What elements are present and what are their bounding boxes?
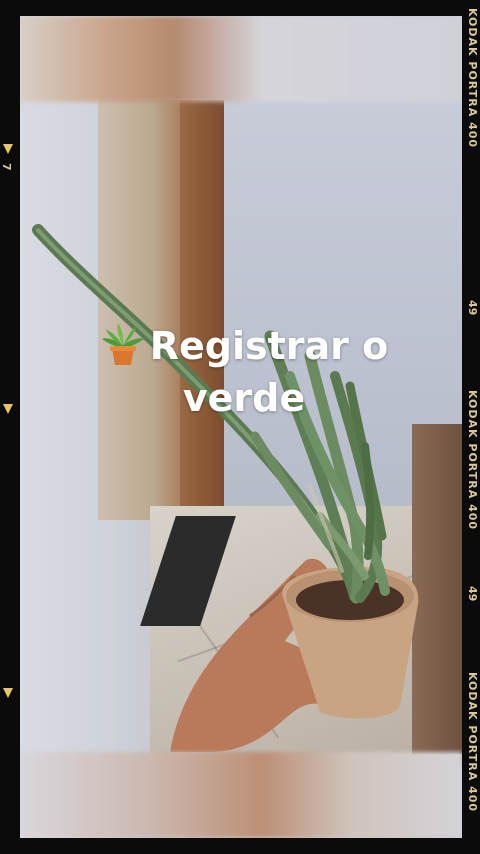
film-brand-label-1: KODAK PORTRA 400 xyxy=(466,8,479,149)
blurred-bottom-band xyxy=(20,752,462,838)
story-screen: 7 KODAK PORTRA 400 49 KODAK PORTRA 400 4… xyxy=(0,0,480,854)
film-brand-label-2: KODAK PORTRA 400 xyxy=(466,390,479,531)
film-arrow-marker-2 xyxy=(3,404,13,414)
film-brand-label-3: KODAK PORTRA 400 xyxy=(466,672,479,813)
film-arrow-marker-1 xyxy=(3,144,13,154)
story-title: Registrar o verde xyxy=(64,320,424,424)
blurred-top-band xyxy=(20,16,462,102)
story-title-line1: Registrar o xyxy=(149,324,389,368)
film-frame-number-2: 49 xyxy=(466,586,479,602)
story-title-line2: verde xyxy=(182,376,306,420)
potted-plant-icon xyxy=(100,321,146,367)
film-frame-number-left: 7 xyxy=(0,163,13,171)
film-arrow-marker-3 xyxy=(3,688,13,698)
film-frame-number-1: 49 xyxy=(466,300,479,316)
photo-frame xyxy=(20,16,462,838)
cactus-photo xyxy=(32,224,419,752)
